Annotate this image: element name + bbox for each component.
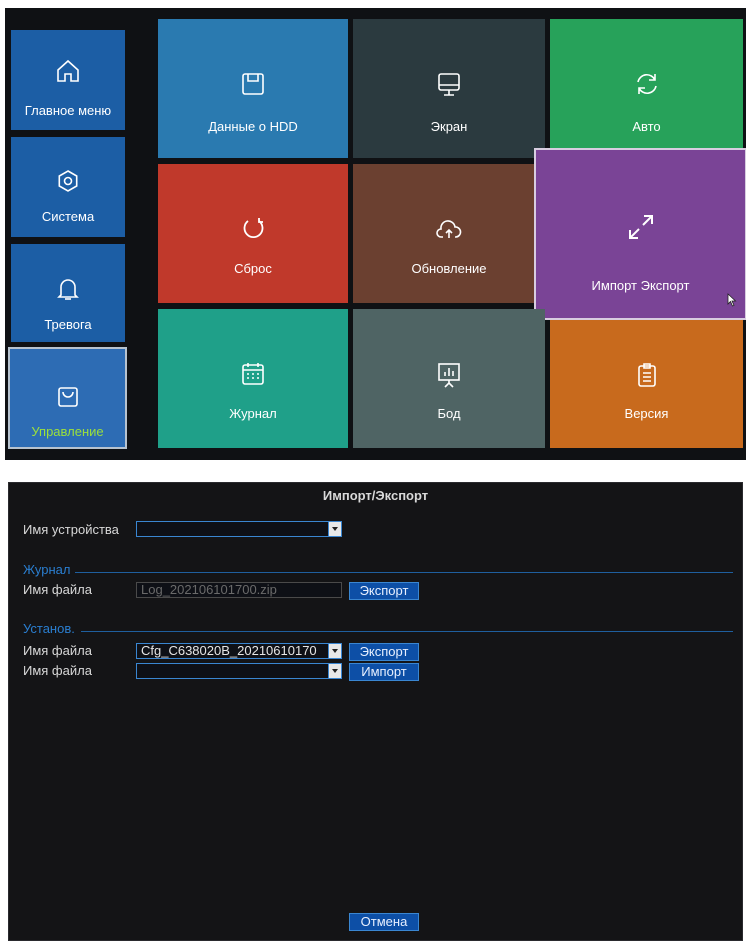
calendar-icon	[158, 361, 348, 392]
cancel-button[interactable]: Отмена	[349, 913, 419, 931]
import-export-dialog: Импорт/Экспорт Имя устройства Журнал Имя…	[8, 482, 743, 941]
tile-label: Обновление	[411, 261, 487, 276]
cloud-upload-icon	[353, 219, 545, 246]
sidebar-item-label: Главное меню	[24, 103, 112, 118]
tile-display[interactable]: Экран	[353, 19, 545, 158]
section-divider	[81, 631, 733, 632]
expand-icon	[536, 210, 745, 249]
tile-update[interactable]: Обновление	[353, 164, 545, 303]
clipboard-icon	[550, 362, 743, 393]
import-button[interactable]: Импорт	[349, 663, 419, 681]
device-name-dropdown[interactable]	[136, 521, 342, 537]
gear-icon	[11, 169, 125, 198]
main-menu-panel: Главное меню Система Тревога Управление …	[5, 8, 746, 460]
device-name-label: Имя устройства	[23, 522, 119, 537]
chevron-down-icon[interactable]	[328, 644, 341, 658]
import-file-dropdown[interactable]	[136, 663, 342, 679]
tile-version[interactable]: Версия	[550, 320, 743, 448]
tile-auto[interactable]: Авто	[550, 19, 743, 158]
tile-reset[interactable]: Сброс	[158, 164, 348, 303]
bell-icon	[11, 276, 125, 307]
import-file-label: Имя файла	[23, 663, 92, 678]
floppy-icon	[158, 71, 348, 102]
tile-import-export[interactable]: Импорт Экспорт	[534, 148, 746, 320]
tile-label: Журнал	[229, 406, 277, 421]
settings-section-title: Установ.	[23, 621, 75, 636]
config-export-button[interactable]: Экспорт	[349, 643, 419, 661]
tile-label: Авто	[632, 119, 661, 134]
dialog-title: Импорт/Экспорт	[322, 488, 429, 503]
tile-label: Бод	[437, 406, 461, 421]
sidebar-item-system[interactable]: Система	[11, 137, 125, 237]
reset-icon	[158, 216, 348, 247]
bag-icon	[8, 385, 127, 414]
tile-hdd-info[interactable]: Данные о HDD	[158, 19, 348, 158]
sidebar-item-label: Система	[41, 209, 95, 224]
tile-label: Сброс	[234, 261, 272, 276]
log-section-title: Журнал	[23, 562, 71, 577]
sidebar-item-alarm[interactable]: Тревога	[11, 244, 125, 342]
config-file-label: Имя файла	[23, 643, 92, 658]
section-divider	[75, 572, 733, 573]
mouse-cursor-icon	[727, 293, 737, 312]
config-file-dropdown[interactable]: Cfg_C638020B_20210610170	[136, 643, 342, 659]
tile-baud[interactable]: Бод	[353, 309, 545, 448]
log-file-label: Имя файла	[23, 582, 92, 597]
tile-label: Импорт Экспорт	[591, 278, 690, 293]
presentation-icon	[353, 361, 545, 394]
sidebar-item-label: Тревога	[44, 317, 92, 332]
chevron-down-icon[interactable]	[328, 522, 341, 536]
tile-label: Экран	[430, 119, 468, 134]
monitor-icon	[353, 71, 545, 104]
sidebar-item-management[interactable]: Управление	[8, 347, 127, 449]
sidebar-item-main-menu[interactable]: Главное меню	[11, 30, 125, 130]
log-file-field: Log_202106101700.zip	[136, 582, 342, 598]
log-export-button[interactable]: Экспорт	[349, 582, 419, 600]
chevron-down-icon[interactable]	[328, 664, 341, 678]
tile-label: Данные о HDD	[208, 119, 298, 134]
home-icon	[11, 58, 125, 89]
sidebar-item-label: Управление	[31, 424, 104, 439]
tile-log[interactable]: Журнал	[158, 309, 348, 448]
refresh-icon	[550, 71, 743, 102]
tile-label: Версия	[624, 406, 669, 421]
